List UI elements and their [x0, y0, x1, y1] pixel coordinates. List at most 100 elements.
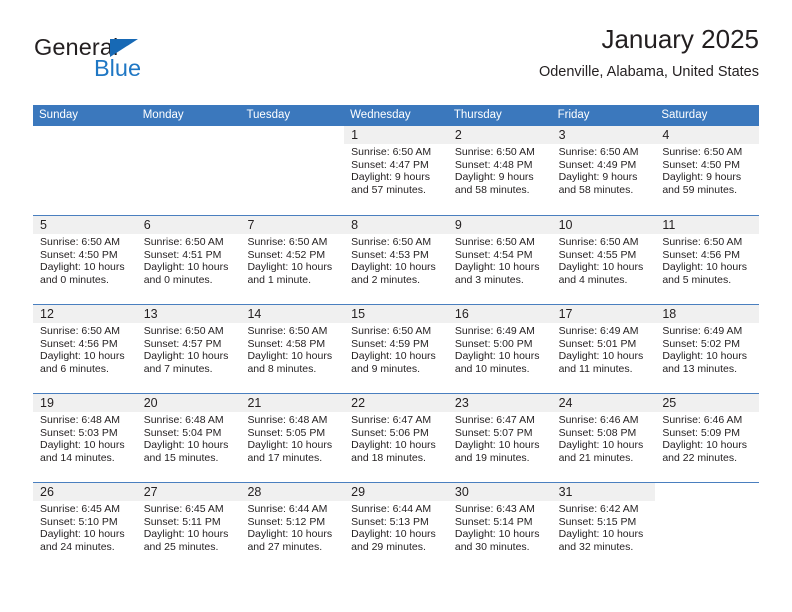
daylight-text-line1: Daylight: 10 hours: [40, 261, 125, 274]
daylight-text-line2: and 29 minutes.: [351, 540, 426, 553]
day-details: Sunrise: 6:47 AM Sunset: 5:06 PM Daylight:…: [350, 414, 442, 464]
calendar-day-cell[interactable]: 22 Sunrise: 6:47 AM Sunset: 5:06 PM Dayligh…: [344, 394, 448, 482]
calendar-day-cell[interactable]: 15 Sunrise: 6:50 AM Sunset: 4:59 PM Dayligh…: [344, 305, 448, 393]
daylight-text-line1: Daylight: 10 hours: [558, 528, 644, 541]
day-number: 3: [558, 128, 566, 142]
day-details: Sunrise: 6:50 AM Sunset: 4:48 PM Daylight:…: [454, 146, 546, 196]
day-details: Sunrise: 6:44 AM Sunset: 5:13 PM Daylight:…: [350, 503, 442, 553]
daylight-text-line1: Daylight: 10 hours: [662, 261, 747, 274]
day-details: Sunrise: 6:50 AM Sunset: 4:55 PM Daylight:…: [558, 236, 650, 286]
day-details: Sunrise: 6:50 AM Sunset: 4:50 PM Daylight:…: [661, 146, 753, 196]
sunset-text: Sunset: 4:59 PM: [351, 337, 429, 350]
day-number-band: [137, 126, 241, 144]
sunset-text: Sunset: 5:06 PM: [351, 426, 429, 439]
daylight-text-line1: Daylight: 10 hours: [558, 261, 644, 274]
calendar-day-cell[interactable]: 4 Sunrise: 6:50 AM Sunset: 4:50 PM Daylight…: [655, 126, 760, 215]
sunset-text: Sunset: 5:14 PM: [454, 515, 533, 528]
sunset-text: Sunset: 4:53 PM: [351, 248, 429, 261]
day-number: 5: [40, 218, 47, 232]
calendar-day-cell[interactable]: 27 Sunrise: 6:45 AM Sunset: 5:11 PM Dayligh…: [136, 483, 241, 571]
sunset-text: Sunset: 4:52 PM: [247, 248, 326, 261]
day-details: Sunrise: 6:50 AM Sunset: 4:56 PM Daylight:…: [661, 236, 753, 286]
day-number: 20: [143, 396, 158, 410]
calendar-day-cell[interactable]: 24 Sunrise: 6:46 AM Sunset: 5:08 PM Dayligh…: [551, 394, 656, 482]
sunrise-text: Sunrise: 6:45 AM: [40, 503, 120, 515]
sunrise-text: Sunrise: 6:50 AM: [247, 236, 328, 248]
calendar-day-cell[interactable]: 6 Sunrise: 6:50 AM Sunset: 4:51 PM Daylight…: [136, 216, 241, 304]
sunset-text: Sunset: 5:05 PM: [247, 426, 326, 439]
sunset-text: Sunset: 5:10 PM: [40, 515, 118, 528]
day-number: 29: [351, 485, 366, 499]
day-details: Sunrise: 6:50 AM Sunset: 4:56 PM Daylight:…: [39, 325, 131, 375]
day-details: Sunrise: 6:48 AM Sunset: 5:04 PM Daylight:…: [143, 414, 235, 464]
day-number: 26: [40, 485, 54, 499]
day-details: Sunrise: 6:50 AM Sunset: 4:47 PM Daylight:…: [350, 146, 442, 196]
day-number: 12: [40, 307, 54, 321]
calendar-day-cell[interactable]: 7 Sunrise: 6:50 AM Sunset: 4:52 PM Daylight…: [240, 216, 345, 304]
calendar-day-cell[interactable]: 9 Sunrise: 6:50 AM Sunset: 4:54 PM Daylight…: [447, 216, 552, 304]
calendar-day-cell[interactable]: 17 Sunrise: 6:49 AM Sunset: 5:01 PM Dayligh…: [551, 305, 656, 393]
sunrise-text: Sunrise: 6:44 AM: [247, 503, 328, 515]
calendar-day-cell-empty: [33, 126, 137, 215]
sunset-text: Sunset: 5:15 PM: [558, 515, 637, 528]
weekday-header-wednesday: Wednesday: [350, 109, 411, 121]
calendar-day-cell[interactable]: 8 Sunrise: 6:50 AM Sunset: 4:53 PM Daylight…: [344, 216, 448, 304]
general-blue-logo[interactable]: General Blue: [33, 34, 263, 88]
daylight-text-line2: and 58 minutes.: [454, 183, 530, 196]
calendar-day-cell[interactable]: 5 Sunrise: 6:50 AM Sunset: 4:50 PM Daylight…: [33, 216, 137, 304]
calendar-day-cell[interactable]: 23 Sunrise: 6:47 AM Sunset: 5:07 PM Dayligh…: [447, 394, 552, 482]
sunrise-text: Sunrise: 6:47 AM: [454, 414, 535, 426]
sunrise-text: Sunrise: 6:47 AM: [351, 414, 432, 426]
sunset-text: Sunset: 4:48 PM: [454, 158, 533, 171]
calendar-day-cell[interactable]: 12 Sunrise: 6:50 AM Sunset: 4:56 PM Dayligh…: [33, 305, 137, 393]
calendar-day-cell[interactable]: 3 Sunrise: 6:50 AM Sunset: 4:49 PM Daylight…: [551, 126, 656, 215]
day-details: Sunrise: 6:49 AM Sunset: 5:00 PM Daylight:…: [454, 325, 546, 375]
sunset-text: Sunset: 4:50 PM: [40, 248, 118, 261]
day-number: 7: [247, 218, 255, 232]
daylight-text-line2: and 1 minute.: [247, 273, 312, 286]
day-details: Sunrise: 6:50 AM Sunset: 4:53 PM Daylight:…: [350, 236, 442, 286]
daylight-text-line2: and 10 minutes.: [454, 362, 530, 375]
calendar-day-cell[interactable]: 20 Sunrise: 6:48 AM Sunset: 5:04 PM Dayligh…: [136, 394, 241, 482]
sunset-text: Sunset: 5:07 PM: [454, 426, 533, 439]
day-number: 17: [558, 307, 573, 321]
daylight-text-line1: Daylight: 9 hours: [454, 171, 534, 184]
calendar-day-cell[interactable]: 31 Sunrise: 6:42 AM Sunset: 5:15 PM Dayligh…: [551, 483, 656, 571]
calendar-day-cell[interactable]: 21 Sunrise: 6:48 AM Sunset: 5:05 PM Dayligh…: [240, 394, 345, 482]
daylight-text-line1: Daylight: 10 hours: [558, 439, 644, 452]
daylight-text-line2: and 17 minutes.: [247, 451, 323, 464]
sunrise-text: Sunrise: 6:50 AM: [558, 236, 639, 248]
calendar-week-cells: 5 Sunrise: 6:50 AM Sunset: 4:50 PM Daylight…: [33, 216, 760, 304]
calendar-day-cell[interactable]: 1 Sunrise: 6:50 AM Sunset: 4:47 PM Daylight…: [344, 126, 448, 215]
sunrise-text: Sunrise: 6:48 AM: [143, 414, 224, 426]
page-header: General Blue January 2025 Odenville, Ala…: [33, 25, 759, 98]
calendar-day-cell-empty: [240, 126, 344, 215]
calendar-day-cell[interactable]: 2 Sunrise: 6:50 AM Sunset: 4:48 PM Daylight…: [447, 126, 552, 215]
calendar-day-cell[interactable]: 28 Sunrise: 6:44 AM Sunset: 5:12 PM Dayligh…: [240, 483, 345, 571]
daylight-text-line2: and 5 minutes.: [662, 273, 732, 286]
calendar-day-cell[interactable]: 14 Sunrise: 6:50 AM Sunset: 4:58 PM Dayligh…: [240, 305, 345, 393]
calendar-week-cells: 1 Sunrise: 6:50 AM Sunset: 4:47 PM Daylight…: [33, 126, 760, 215]
sunrise-text: Sunrise: 6:46 AM: [662, 414, 743, 426]
calendar-day-cell[interactable]: 19 Sunrise: 6:48 AM Sunset: 5:03 PM Dayligh…: [33, 394, 137, 482]
calendar-day-cell[interactable]: 18 Sunrise: 6:49 AM Sunset: 5:02 PM Dayligh…: [655, 305, 760, 393]
calendar-day-cell[interactable]: 30 Sunrise: 6:43 AM Sunset: 5:14 PM Dayligh…: [447, 483, 552, 571]
daylight-text-line1: Daylight: 10 hours: [454, 261, 540, 274]
day-details: Sunrise: 6:50 AM Sunset: 4:59 PM Daylight:…: [350, 325, 442, 375]
calendar-day-cell[interactable]: 25 Sunrise: 6:46 AM Sunset: 5:09 PM Dayligh…: [655, 394, 760, 482]
day-number: 11: [662, 218, 676, 232]
calendar-day-cell[interactable]: 13 Sunrise: 6:50 AM Sunset: 4:57 PM Dayligh…: [136, 305, 241, 393]
day-number: 8: [351, 218, 359, 232]
daylight-text-line1: Daylight: 9 hours: [351, 171, 430, 184]
daylight-text-line1: Daylight: 10 hours: [247, 439, 333, 452]
calendar-day-cell[interactable]: 26 Sunrise: 6:45 AM Sunset: 5:10 PM Dayligh…: [33, 483, 137, 571]
calendar-day-cell[interactable]: 10 Sunrise: 6:50 AM Sunset: 4:55 PM Dayligh…: [551, 216, 656, 304]
calendar-day-cell[interactable]: 29 Sunrise: 6:44 AM Sunset: 5:13 PM Dayligh…: [344, 483, 448, 571]
daylight-text-line1: Daylight: 10 hours: [351, 439, 436, 452]
day-number-band: [33, 126, 137, 144]
calendar-day-cell[interactable]: 11 Sunrise: 6:50 AM Sunset: 4:56 PM Dayligh…: [655, 216, 760, 304]
day-number: 28: [247, 485, 262, 499]
daylight-text-line1: Daylight: 10 hours: [454, 439, 540, 452]
sunset-text: Sunset: 5:11 PM: [143, 515, 221, 528]
calendar-day-cell[interactable]: 16 Sunrise: 6:49 AM Sunset: 5:00 PM Dayligh…: [447, 305, 552, 393]
